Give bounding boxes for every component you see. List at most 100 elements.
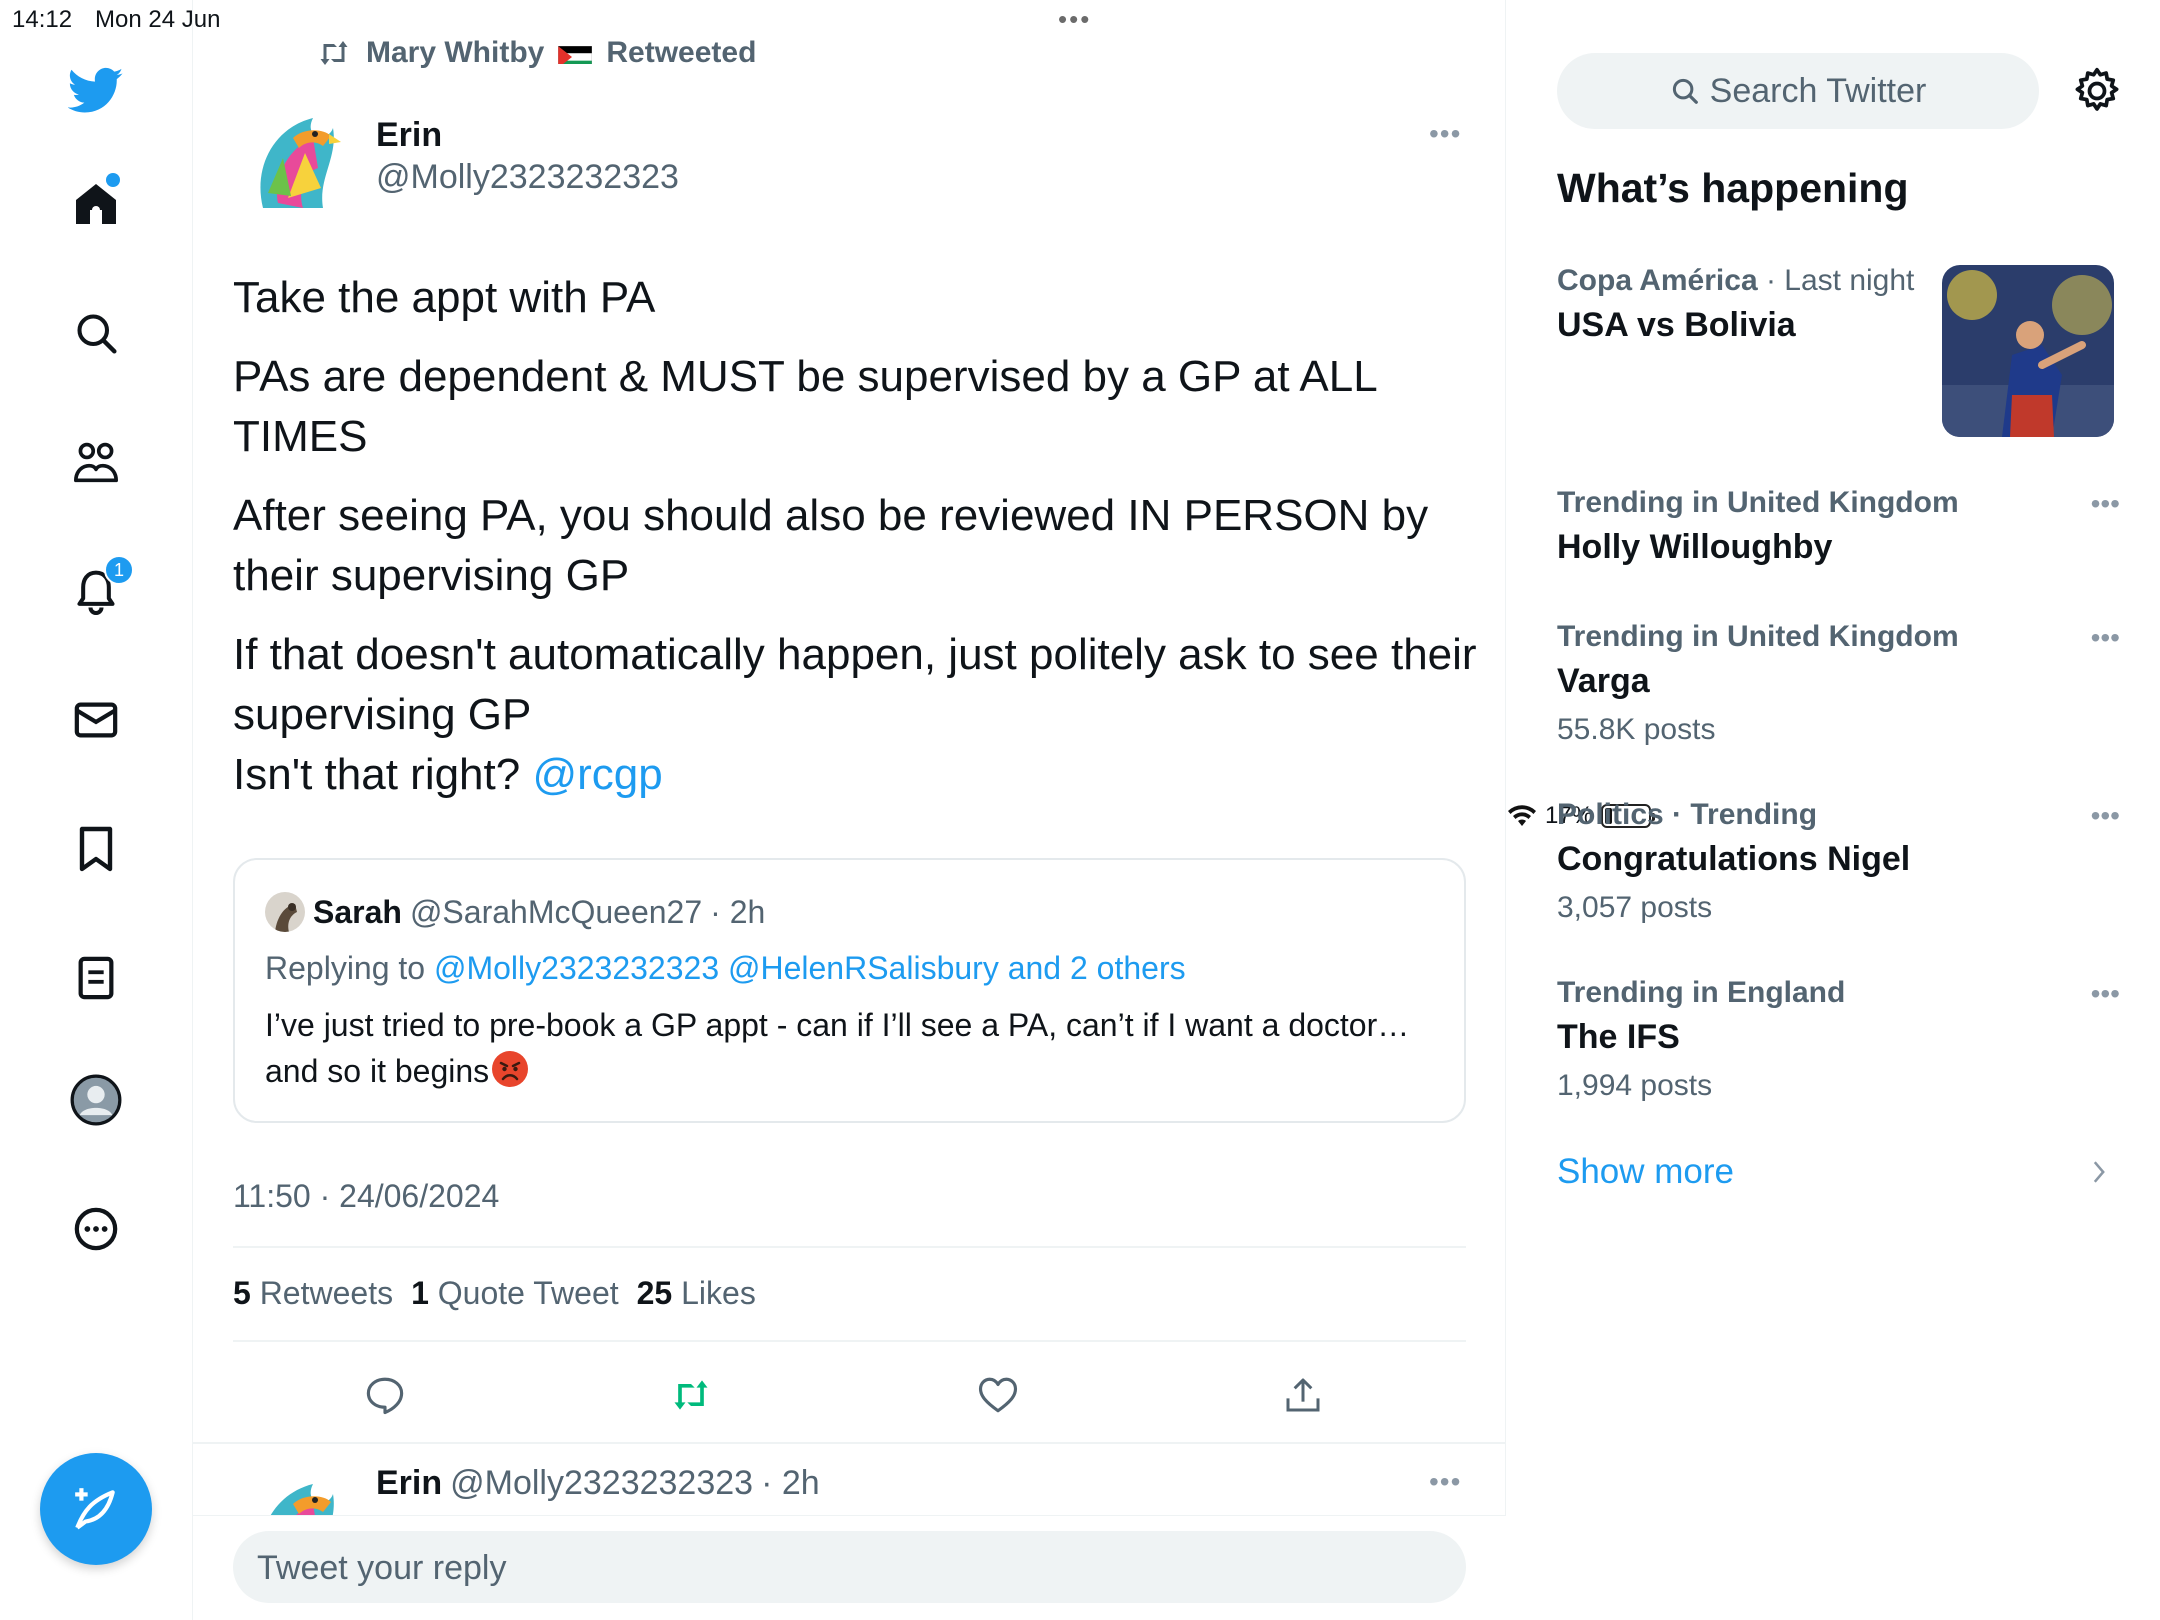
reply-author-handle: @Molly2323232323 <box>450 1464 754 1502</box>
tweet-text: Take the appt with PA PAs are dependent … <box>233 268 1483 824</box>
tweet-paragraph: After seeing PA, you should also be revi… <box>233 491 1429 600</box>
reply-button[interactable] <box>355 1365 415 1425</box>
compose-tweet-button[interactable] <box>40 1453 152 1565</box>
author-avatar[interactable] <box>233 98 355 220</box>
retweet-icon <box>674 1380 708 1410</box>
trend-meta: Trending in England <box>1557 976 1846 1009</box>
quoted-tweet[interactable]: Sarah @SarahMcQueen27 · 2h Replying to @… <box>233 858 1466 1123</box>
nav-more[interactable] <box>60 1193 132 1265</box>
divider <box>233 1246 1466 1248</box>
search-icon <box>1672 78 1698 104</box>
trend-more-icon[interactable]: ••• <box>2091 622 2120 654</box>
trend-count: 3,057 posts <box>1557 891 1713 924</box>
settings-gear-icon[interactable] <box>2072 66 2122 116</box>
communities-icon <box>74 442 118 483</box>
trend-meta: Trending in United Kingdom <box>1557 486 1959 519</box>
retweet-icon <box>320 41 348 65</box>
trend-meta: Trending in United Kingdom <box>1557 620 1959 653</box>
tweet-detail-column: Mary Whitby Retweeted Erin @Molly2323232… <box>193 0 1506 1620</box>
retweeter-name[interactable]: Mary Whitby <box>366 36 544 70</box>
search-input[interactable]: Search Twitter <box>1557 53 2039 129</box>
quoted-author-avatar[interactable] <box>265 892 305 932</box>
trend-count: 55.8K posts <box>1557 713 1716 746</box>
nav-communities[interactable] <box>60 426 132 498</box>
home-icon <box>76 184 116 224</box>
left-navigation: 1 <box>0 0 193 1620</box>
tweet-paragraph: Take the appt with PA <box>233 273 656 322</box>
whats-happening-heading: What’s happening <box>1557 165 1909 211</box>
retweet-header: Mary Whitby Retweeted <box>316 36 756 70</box>
divider <box>193 1442 1506 1444</box>
quoted-text-content: I’ve just tried to pre-book a GP appt - … <box>265 1007 1410 1089</box>
reply-time: · 2h <box>761 1464 820 1502</box>
show-more-link[interactable]: Show more <box>1557 1152 1734 1192</box>
nav-bookmarks[interactable] <box>60 813 132 885</box>
replying-to-targets[interactable]: @Molly2323232323 @HelenRSalisbury and 2 … <box>434 950 1186 986</box>
trend-title: Varga <box>1557 662 1650 700</box>
author-handle[interactable]: @Molly2323232323 <box>376 158 679 197</box>
reply-author-line: Erin @Molly2323232323 · 2h <box>376 1464 820 1503</box>
home-new-dot <box>106 173 120 187</box>
retweet-button[interactable] <box>661 1365 721 1425</box>
nav-messages[interactable] <box>60 684 132 756</box>
nav-explore[interactable] <box>60 297 132 369</box>
trend-thumbnail[interactable] <box>1942 265 2114 437</box>
right-sidebar: Search Twitter What’s happening Copa Amé… <box>1507 0 2160 1620</box>
angry-face-emoji-icon <box>491 1050 529 1100</box>
trend-title: Congratulations Nigel <box>1557 840 1911 878</box>
replying-to-label: Replying to <box>265 950 426 986</box>
reply-bar: Tweet your reply <box>193 1515 1506 1620</box>
replying-to: Replying to @Molly2323232323 @HelenRSali… <box>265 950 1186 987</box>
trend-more-icon[interactable]: ••• <box>2091 488 2120 520</box>
messages-icon <box>74 702 118 738</box>
quoted-author-handle: @SarahMcQueen27 <box>409 893 703 930</box>
twitter-logo-icon[interactable] <box>60 55 132 127</box>
trend-item[interactable]: Politics · Trending Congratulations Nige… <box>1557 798 2117 925</box>
tweet-more-icon[interactable]: ••• <box>1429 118 1461 150</box>
palestine-flag-icon <box>558 42 593 64</box>
trend-item[interactable]: Trending in United Kingdom Holly Willoug… <box>1557 486 2117 567</box>
nav-home[interactable] <box>60 168 132 240</box>
search-icon <box>77 314 117 354</box>
share-button[interactable] <box>1273 1365 1333 1425</box>
author-name[interactable]: Erin <box>376 116 442 155</box>
nav-notifications[interactable]: 1 <box>60 555 134 627</box>
quoted-time: · 2h <box>710 893 766 930</box>
retweets-stat[interactable]: 5 Retweets <box>233 1275 393 1312</box>
trend-count: 1,994 posts <box>1557 1069 1713 1102</box>
retweeted-label: Retweeted <box>606 36 757 69</box>
heart-icon <box>978 1377 1018 1413</box>
quoted-tweet-header: Sarah @SarahMcQueen27 · 2h <box>265 892 765 932</box>
tweet-actions <box>233 1365 1466 1425</box>
likes-stat[interactable]: 25 Likes <box>637 1275 756 1312</box>
reply-more-icon[interactable]: ••• <box>1429 1466 1461 1498</box>
profile-avatar-icon <box>70 1074 122 1126</box>
tweet-paragraph: PAs are dependent & MUST be supervised b… <box>233 352 1377 461</box>
trend-item[interactable]: Trending in United Kingdom Varga 55.8K p… <box>1557 620 2117 747</box>
trend-more-icon[interactable]: ••• <box>2091 800 2120 832</box>
tweet-last-line: Isn't that right? <box>233 750 521 799</box>
chevron-right-icon <box>2093 1161 2105 1183</box>
tweet-timestamp[interactable]: 11:50 · 24/06/2024 <box>233 1178 499 1215</box>
reply-icon <box>366 1377 404 1415</box>
tweet-stats: 5 Retweets 1 Quote Tweet 25 Likes <box>233 1275 756 1312</box>
mention-link[interactable]: @rcgp <box>532 750 662 799</box>
trend-meta: Politics · Trending <box>1557 798 1818 831</box>
share-icon <box>1286 1378 1320 1412</box>
trend-more-icon[interactable]: ••• <box>2091 978 2120 1010</box>
bookmarks-icon <box>79 826 113 872</box>
trend-title: The IFS <box>1557 1018 1680 1056</box>
compose-feather-icon <box>75 1488 115 1530</box>
reply-author-name[interactable]: Erin <box>376 1464 442 1503</box>
nav-profile[interactable] <box>60 1064 132 1136</box>
lists-icon <box>78 956 114 1000</box>
trend-title: Holly Willoughby <box>1557 528 1833 566</box>
like-button[interactable] <box>968 1365 1028 1425</box>
trend-item[interactable]: Trending in England The IFS 1,994 posts <box>1557 976 2117 1103</box>
tweet-paragraph: If that doesn't automatically happen, ju… <box>233 630 1477 739</box>
quoted-author-name[interactable]: Sarah <box>313 894 402 931</box>
nav-lists[interactable] <box>60 942 132 1014</box>
quotes-stat[interactable]: 1 Quote Tweet <box>411 1275 619 1312</box>
divider <box>233 1340 1466 1342</box>
tweet-reply-input[interactable]: Tweet your reply <box>233 1531 1466 1603</box>
